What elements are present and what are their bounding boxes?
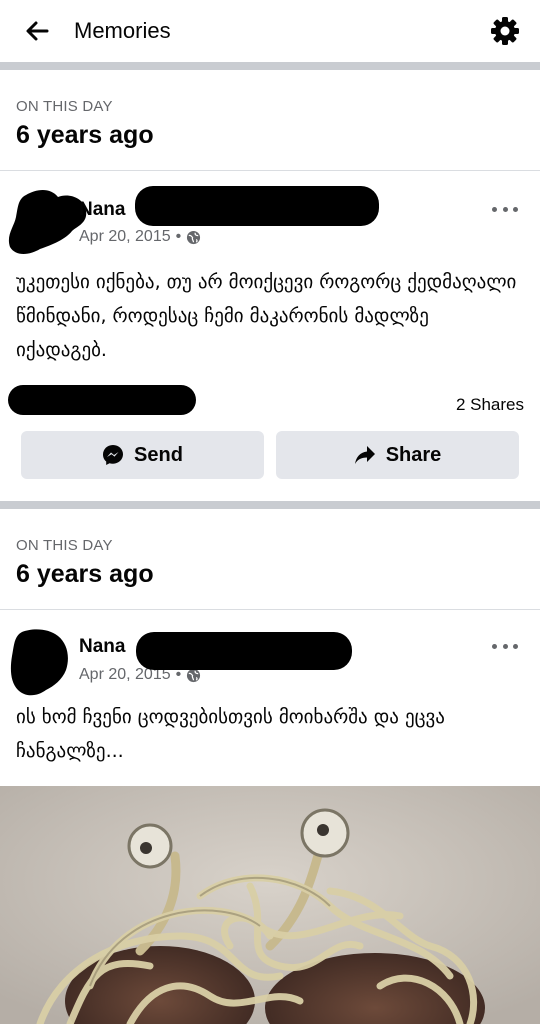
- avatar[interactable]: [6, 187, 90, 259]
- gear-icon: [491, 17, 519, 45]
- avatar[interactable]: [8, 628, 74, 700]
- post-text: ის ხომ ჩვენი ცოდვებისთვის მოიხარშა და ეც…: [16, 706, 445, 762]
- post-options-button[interactable]: [492, 638, 518, 654]
- reactions-redaction: [8, 385, 196, 415]
- post-meta: Apr 20, 2015 •: [79, 228, 201, 246]
- settings-button[interactable]: [488, 14, 522, 48]
- section-divider: [0, 62, 540, 70]
- dot: [502, 206, 508, 212]
- redaction-mark: [135, 186, 379, 226]
- section-divider: [0, 501, 540, 509]
- messenger-icon: [103, 445, 124, 465]
- on-this-day-label: ON THIS DAY: [16, 98, 113, 115]
- back-button[interactable]: [24, 18, 50, 44]
- redaction-mark: [136, 632, 352, 670]
- dot: [513, 206, 518, 212]
- shares-count[interactable]: 2 Shares: [456, 395, 524, 415]
- send-label: Send: [134, 443, 183, 466]
- globe-icon: [187, 230, 201, 244]
- dot: [502, 643, 508, 649]
- share-button[interactable]: Share: [276, 431, 519, 479]
- post-stats-bar: 2 Shares: [0, 375, 540, 431]
- post-text: უკეთესი იქნება, თუ არ მოიქცევი როგორც ქე…: [16, 271, 517, 361]
- post-actions: Send Share: [0, 431, 540, 479]
- meta-separator: •: [175, 228, 182, 245]
- post-author-name[interactable]: Nana: [79, 636, 125, 658]
- noodle-creature-image: [0, 786, 540, 1024]
- arrow-left-icon: [26, 21, 49, 41]
- years-ago-heading: 6 years ago: [16, 121, 154, 149]
- dot: [513, 643, 518, 649]
- app-header: Memories: [0, 0, 540, 62]
- post-date[interactable]: Apr 20, 2015: [79, 228, 171, 246]
- dot: [492, 643, 497, 649]
- post-photo[interactable]: [0, 786, 540, 1024]
- post-options-button[interactable]: [492, 201, 518, 217]
- share-arrow-icon: [354, 446, 375, 464]
- post-author-name[interactable]: Nana: [79, 199, 125, 221]
- memory-header: ON THIS DAY 6 years ago: [0, 70, 540, 171]
- years-ago-heading: 6 years ago: [16, 560, 154, 588]
- share-label: Share: [385, 443, 442, 466]
- on-this-day-label: ON THIS DAY: [16, 537, 113, 554]
- memory-header: ON THIS DAY 6 years ago: [0, 509, 540, 610]
- page-title: Memories: [74, 18, 171, 43]
- send-button[interactable]: Send: [21, 431, 264, 479]
- dot: [492, 206, 497, 212]
